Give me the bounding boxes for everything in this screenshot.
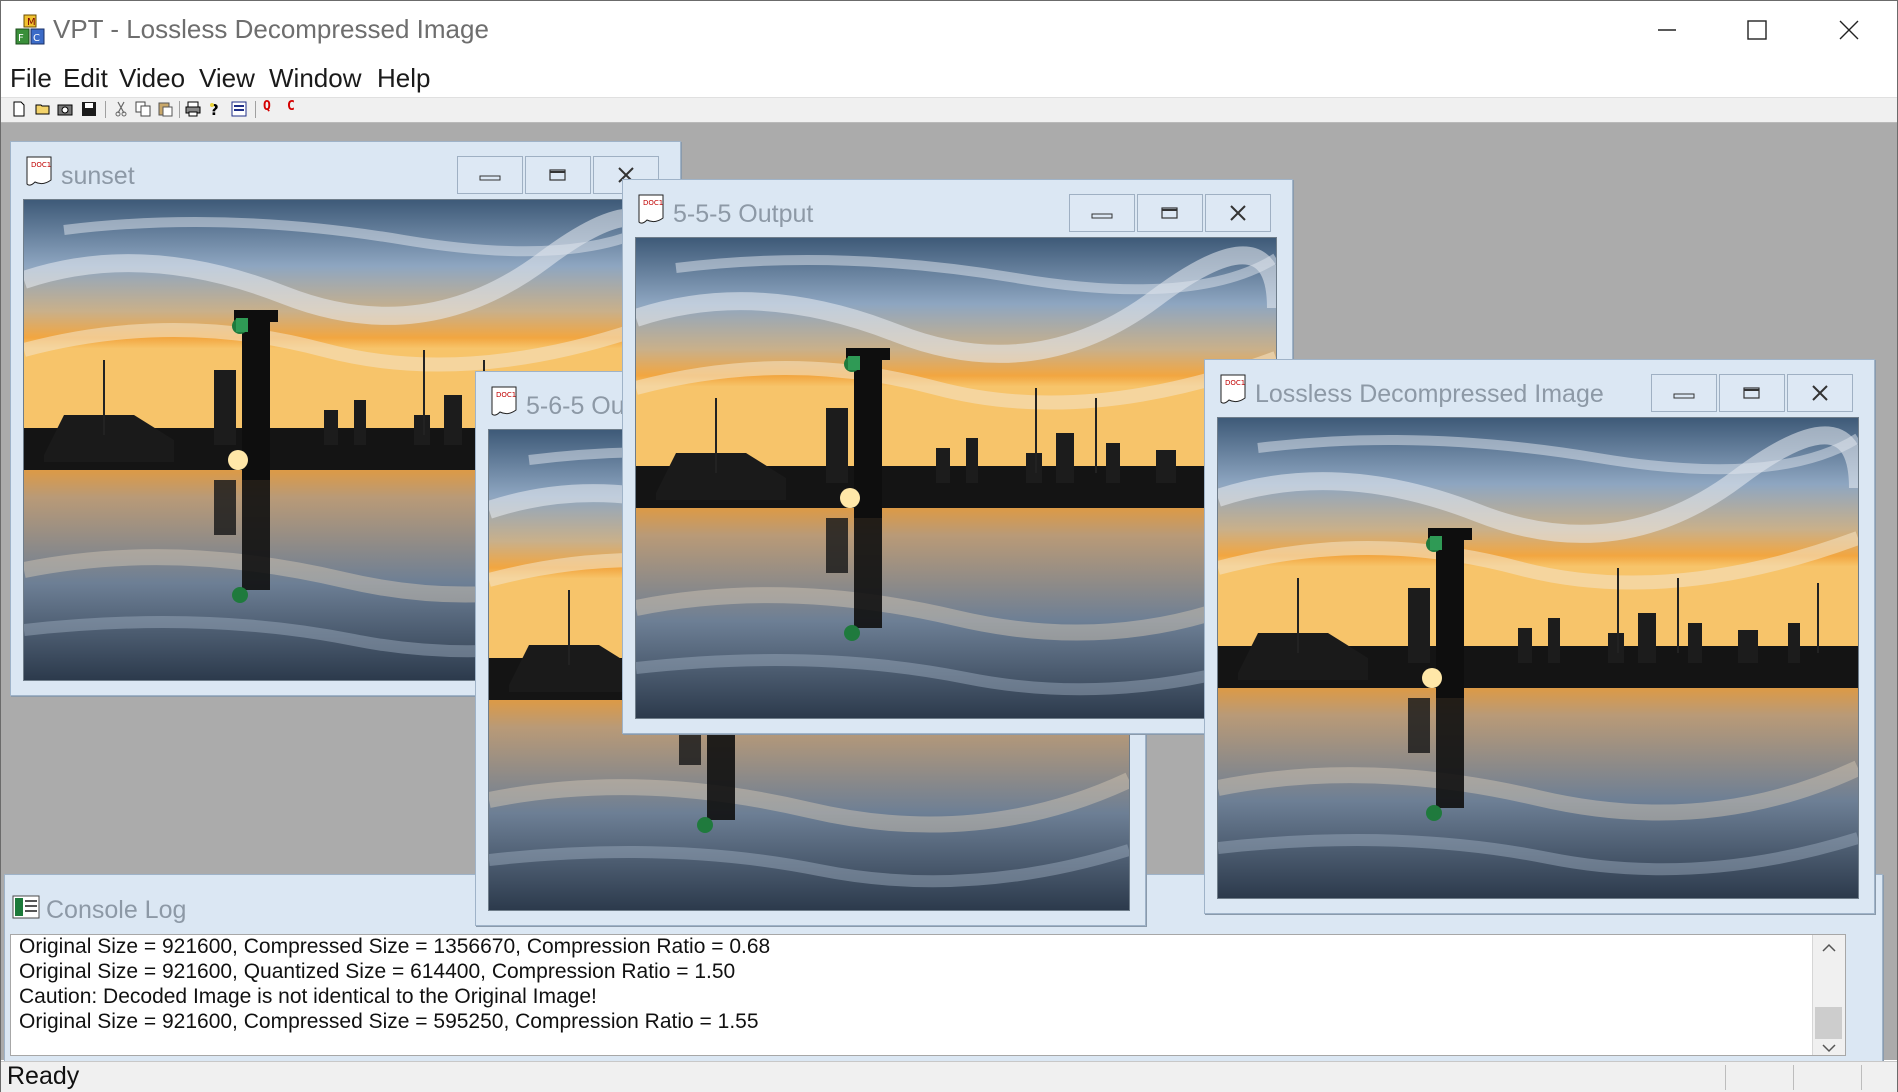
console-scrollbar[interactable] [1812, 935, 1845, 1055]
print-icon[interactable] [185, 101, 201, 117]
log-line: Original Size = 921600, Quantized Size =… [19, 960, 736, 983]
menu-file[interactable]: File [10, 63, 52, 94]
maximize-button[interactable] [1711, 1, 1803, 59]
open-icon[interactable] [35, 101, 51, 117]
save-icon[interactable] [81, 101, 97, 117]
output-555-title: 5-5-5 Output [673, 200, 814, 228]
console-icon [12, 895, 40, 919]
scroll-down-icon[interactable] [1822, 1043, 1836, 1053]
menu-help[interactable]: Help [377, 63, 430, 94]
close-icon [1230, 205, 1246, 221]
menu-view[interactable]: View [199, 63, 255, 94]
output-565-title: 5-6-5 Ou [526, 392, 625, 420]
output-555-window[interactable]: DOC1 5-5-5 Output [622, 179, 1293, 734]
log-line: Original Size = 921600, Compressed Size … [19, 1010, 759, 1033]
minimize-button[interactable] [1621, 1, 1713, 59]
toolbar-separator [255, 101, 256, 118]
application-window: M F C VPT - Lossless Decompressed Image … [0, 0, 1898, 1092]
console-title: Console Log [46, 896, 187, 924]
toolbar-separator [105, 101, 106, 118]
minimize-icon [1673, 393, 1695, 399]
sunset-minimize-button[interactable] [457, 156, 523, 194]
status-pane [1793, 1065, 1794, 1090]
restore-icon [549, 169, 566, 181]
app-icon: M F C [15, 14, 45, 45]
close-icon [1839, 20, 1859, 40]
copy-icon[interactable] [135, 101, 151, 117]
maximize-icon [1747, 20, 1767, 40]
lossless-image [1217, 417, 1859, 899]
output-555-restore-button[interactable] [1137, 194, 1203, 232]
scroll-thumb[interactable] [1815, 1007, 1842, 1039]
minimize-icon [1091, 213, 1113, 219]
title-bar[interactable]: M F C VPT - Lossless Decompressed Image [1, 1, 1897, 59]
minimize-icon [1658, 29, 1676, 31]
lossless-minimize-button[interactable] [1651, 374, 1717, 412]
svg-text:F: F [18, 33, 24, 44]
svg-text:DOC1: DOC1 [643, 199, 663, 207]
menu-edit[interactable]: Edit [63, 63, 108, 94]
sunset-title: sunset [61, 162, 135, 190]
restore-icon [1161, 207, 1178, 219]
log-line: Original Size = 921600, Compressed Size … [19, 935, 771, 958]
cut-icon[interactable] [113, 101, 129, 117]
c-button[interactable]: C [287, 99, 303, 115]
new-icon[interactable] [11, 101, 27, 117]
menu-window[interactable]: Window [269, 63, 361, 94]
document-icon: DOC1 [1220, 374, 1246, 404]
svg-text:DOC1: DOC1 [496, 391, 516, 399]
status-pane [1725, 1065, 1726, 1090]
minimize-icon [479, 175, 501, 181]
output-555-minimize-button[interactable] [1069, 194, 1135, 232]
restore-icon [1743, 387, 1760, 399]
menu-bar: File Edit Video View Window Help [1, 59, 1897, 98]
about-icon[interactable] [231, 101, 247, 117]
paste-icon[interactable] [157, 101, 173, 117]
lossless-title: Lossless Decompressed Image [1255, 380, 1604, 408]
close-icon [1812, 385, 1828, 401]
output-555-image [635, 237, 1277, 719]
menu-video[interactable]: Video [119, 63, 185, 94]
window-title: VPT - Lossless Decompressed Image [53, 14, 489, 44]
lossless-restore-button[interactable] [1719, 374, 1785, 412]
document-icon: DOC1 [638, 194, 664, 224]
log-line: Caution: Decoded Image is not identical … [19, 985, 597, 1008]
close-button[interactable] [1803, 1, 1895, 59]
toolbar: ? Q C [1, 98, 1897, 123]
status-text: Ready [7, 1062, 80, 1090]
camera-icon[interactable] [57, 101, 73, 117]
sunset-restore-button[interactable] [525, 156, 591, 194]
toolbar-separator [179, 101, 180, 118]
svg-text:M: M [27, 17, 36, 28]
status-bar: Ready [1, 1061, 1897, 1092]
help-icon[interactable]: ? [207, 101, 223, 117]
svg-text:DOC1: DOC1 [1225, 379, 1245, 387]
svg-text:C: C [33, 33, 40, 44]
lossless-window[interactable]: DOC1 Lossless Decompressed Image [1204, 359, 1875, 914]
console-log-textarea[interactable]: Original Size = 921600, Compressed Size … [10, 934, 1846, 1056]
document-icon: DOC1 [491, 386, 517, 416]
scroll-up-icon[interactable] [1822, 943, 1836, 953]
document-icon: DOC1 [26, 156, 52, 186]
status-pane [1861, 1065, 1862, 1090]
output-555-close-button[interactable] [1205, 194, 1271, 232]
lossless-close-button[interactable] [1787, 374, 1853, 412]
svg-text:DOC1: DOC1 [31, 161, 51, 169]
q-button[interactable]: Q [263, 99, 279, 115]
